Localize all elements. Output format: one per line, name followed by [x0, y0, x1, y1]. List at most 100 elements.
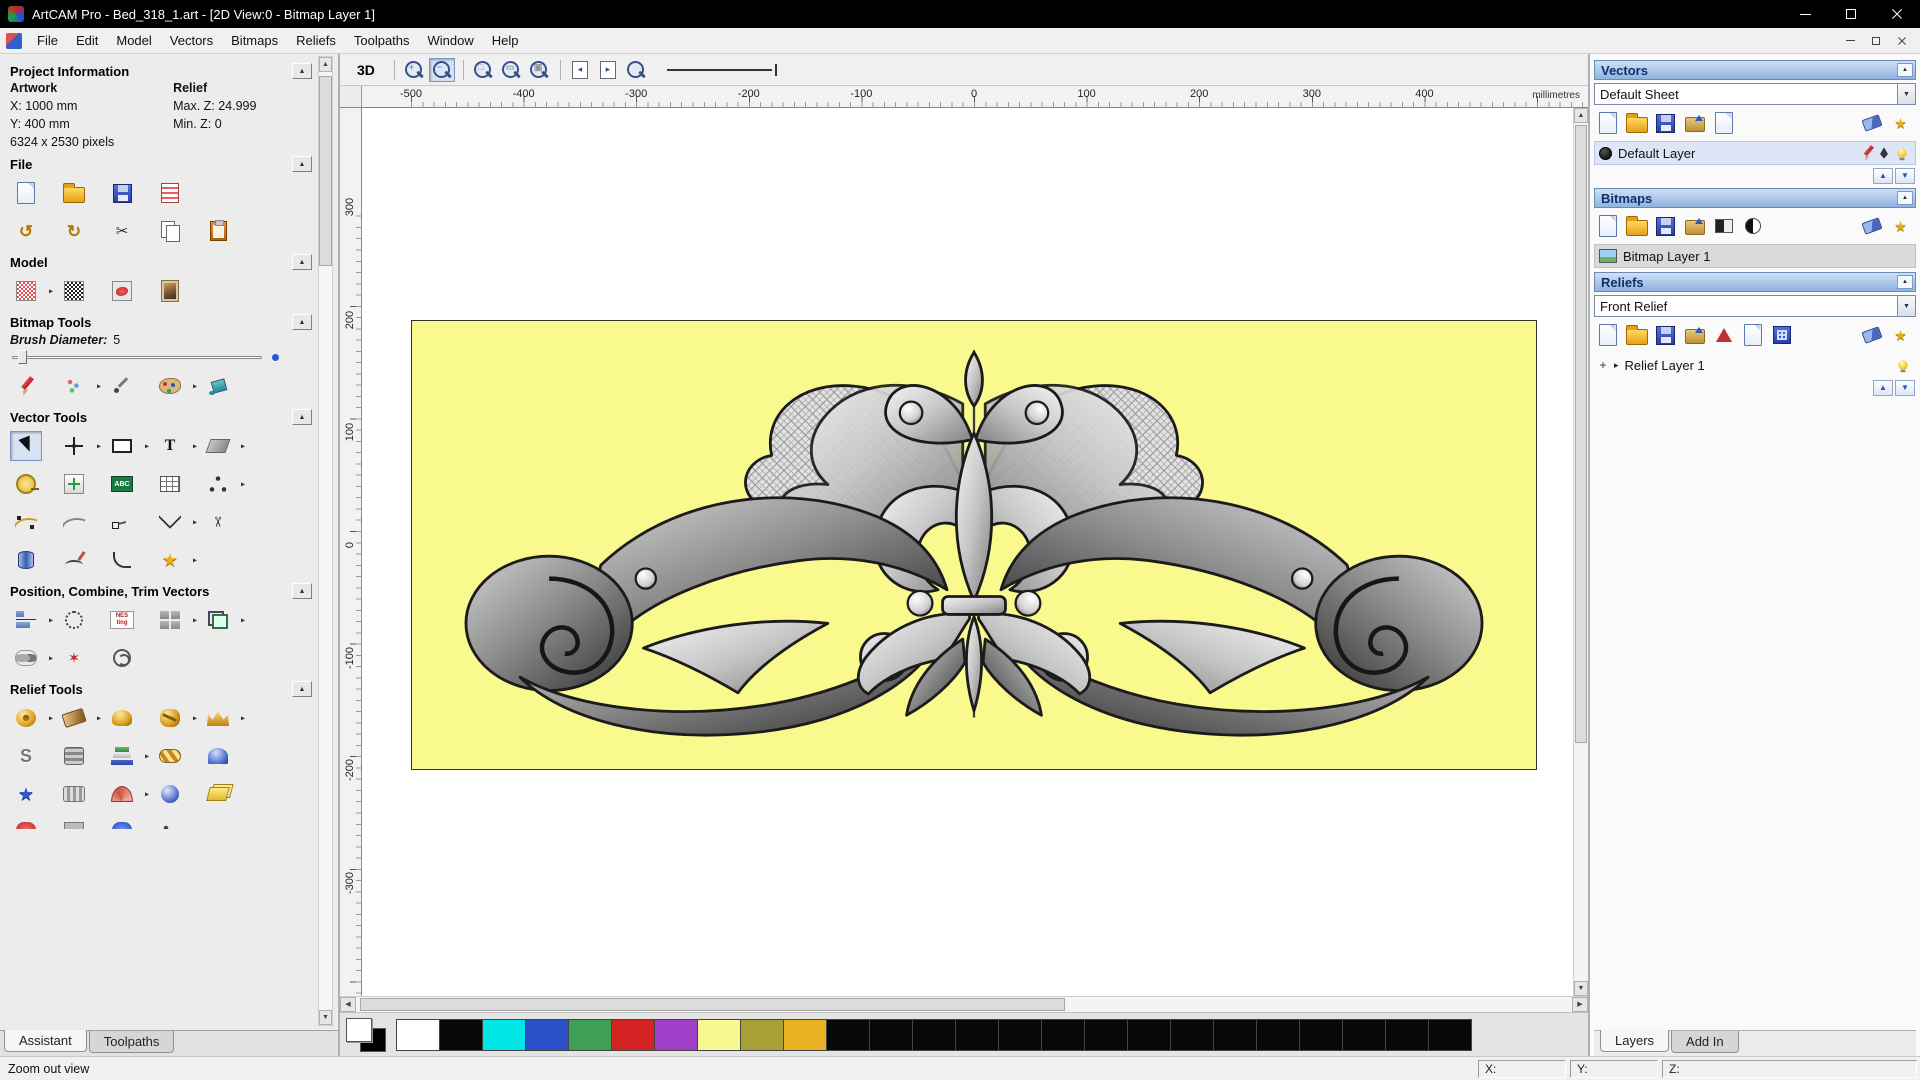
maximize-button[interactable] [1828, 0, 1874, 28]
new-model-button[interactable] [10, 178, 42, 208]
canvas-horizontal-scrollbar[interactable]: ◀ ▶ [340, 996, 1588, 1012]
bitmap-layer-import-button[interactable] [1681, 213, 1708, 239]
tab-assistant[interactable]: Assistant [4, 1030, 87, 1052]
vector-layer-move-up-button[interactable]: ▲ [1873, 168, 1893, 184]
freehand-draw-button[interactable] [58, 545, 90, 575]
tab-toolpaths[interactable]: Toolpaths [88, 1031, 175, 1053]
zoom-box-button[interactable]: □ [470, 58, 496, 82]
bitmap-layer-adjust-button[interactable] [1710, 213, 1737, 239]
zoom-previous-button[interactable] [623, 58, 649, 82]
color-swatch-7[interactable] [697, 1018, 741, 1051]
color-swatch-16[interactable] [1084, 1018, 1128, 1051]
color-swatch-1[interactable] [439, 1018, 483, 1051]
vector-layer-merge-button[interactable]: ★ [1887, 110, 1914, 136]
tab-layers[interactable]: Layers [1600, 1030, 1670, 1052]
relief-layer-new-button[interactable] [1594, 322, 1621, 348]
vector-doctor-button[interactable]: ✶ [58, 643, 90, 673]
scroll-down-button[interactable]: ▼ [1574, 981, 1588, 996]
extra-tool-2-button[interactable] [58, 817, 90, 829]
block-array-button[interactable]: ▸ [154, 605, 197, 635]
extra-tool-3-button[interactable] [106, 817, 138, 829]
relief-tools-collapse-button[interactable]: ▲ [292, 681, 312, 697]
flyout-caret-icon[interactable]: ▸ [193, 556, 197, 565]
greyscale-model-button[interactable] [58, 276, 90, 306]
scrollbar-track[interactable] [356, 997, 1572, 1012]
canvas-vertical-scrollbar[interactable]: ▲ ▼ [1573, 108, 1588, 996]
scroll-right-button[interactable]: ▶ [1572, 997, 1588, 1012]
relief-selector[interactable]: Front Relief ▼ [1594, 295, 1916, 317]
fan-texture-button[interactable]: ▸ [106, 779, 149, 809]
relief-layer-import-button[interactable] [1681, 322, 1708, 348]
extra-tool-4-button[interactable] [154, 817, 186, 829]
flood-fill-button[interactable] [202, 371, 234, 401]
bitmap-to-relief-button[interactable] [154, 276, 186, 306]
color-swatch-11[interactable] [869, 1018, 913, 1051]
menu-bitmaps[interactable]: Bitmaps [222, 28, 287, 53]
file-section-collapse-button[interactable]: ▲ [292, 156, 312, 172]
slider-groove[interactable] [12, 355, 262, 359]
zoom-out-button[interactable]: − [428, 57, 455, 82]
smooth-relief-button[interactable] [106, 703, 138, 733]
select-vectors-button[interactable] [10, 431, 42, 461]
vector-tools-collapse-button[interactable]: ▲ [292, 409, 312, 425]
scrollbar-track[interactable] [1574, 123, 1588, 981]
vector-layer-import-button[interactable] [1681, 110, 1708, 136]
flyout-caret-icon[interactable]: ▸ [241, 480, 245, 489]
scrollbar-thumb[interactable] [360, 998, 1066, 1011]
offset-relief-button[interactable] [202, 779, 234, 809]
mdi-close-button[interactable] [1890, 31, 1914, 51]
flyout-caret-icon[interactable]: ▸ [145, 790, 149, 799]
scrollbar-track[interactable] [319, 72, 332, 1010]
smooth-curve-button[interactable] [58, 507, 90, 537]
flyout-caret-icon[interactable]: ▸ [193, 518, 197, 527]
flyout-caret-icon[interactable]: ▸ [241, 442, 245, 451]
position-tools-collapse-button[interactable]: ▲ [292, 583, 312, 599]
bitmaps-collapse-button[interactable]: ▲ [1897, 191, 1913, 205]
trim-vectors-button[interactable]: ✂ [202, 507, 234, 537]
dropdown-button[interactable]: ▼ [1897, 296, 1915, 316]
flyout-caret-icon[interactable]: ▸ [193, 382, 197, 391]
shape-editor-button[interactable]: ▸ [10, 703, 53, 733]
wrap-vectors-button[interactable]: ★ ▸ [154, 545, 197, 575]
bitmap-layer-delete-button[interactable] [1858, 213, 1885, 239]
paste-button[interactable] [202, 216, 234, 246]
create-text-button[interactable]: T ▸ [154, 431, 197, 461]
reliefs-collapse-button[interactable]: ▲ [1897, 275, 1913, 289]
vector-mirror-button[interactable]: ▸ [202, 431, 245, 461]
text-on-curve-button[interactable]: ABC [106, 469, 138, 499]
color-swatch-21[interactable] [1299, 1018, 1343, 1051]
zoom-page-button[interactable]: ▭ [498, 58, 524, 82]
relief-layer-move-up-button[interactable]: ▲ [1873, 380, 1893, 396]
smoothing-tool-button[interactable]: S [10, 741, 42, 771]
color-swatch-3[interactable] [525, 1018, 569, 1051]
color-swatch-22[interactable] [1342, 1018, 1386, 1051]
circular-array-button[interactable] [58, 605, 90, 635]
flyout-caret-icon[interactable]: ▸ [49, 654, 53, 663]
default-layer-row[interactable]: Default Layer [1594, 141, 1916, 165]
scroll-up-button[interactable]: ▲ [319, 57, 332, 72]
record-macro-button[interactable] [154, 178, 186, 208]
color-swatch-14[interactable] [998, 1018, 1042, 1051]
dome-wizard-button[interactable] [202, 741, 234, 771]
close-button[interactable] [1874, 0, 1920, 28]
relief-layer-move-down-button[interactable]: ▼ [1895, 380, 1915, 396]
flyout-caret-icon[interactable]: ▸ [193, 714, 197, 723]
create-curve-button[interactable] [10, 507, 42, 537]
line-width-control[interactable] [666, 60, 777, 80]
save-model-button[interactable] [106, 178, 138, 208]
offset-vector-button[interactable] [10, 545, 42, 575]
paint-tool-button[interactable] [10, 371, 42, 401]
scroll-left-button[interactable]: ◀ [340, 997, 356, 1012]
zoom-objects-button[interactable]: ▣ [526, 58, 552, 82]
menu-window[interactable]: Window [419, 28, 483, 53]
vector-layer-save-button[interactable] [1652, 110, 1679, 136]
redo-button[interactable]: ↻ [58, 216, 90, 246]
sheet-selector[interactable]: Default Sheet ▼ [1594, 83, 1916, 105]
vector-layer-edit-button[interactable] [1857, 144, 1875, 162]
color-swatch-0[interactable] [396, 1018, 440, 1051]
create-fillet-button[interactable] [106, 545, 138, 575]
spray-tool-button[interactable]: ▸ [58, 371, 101, 401]
star-wizard-button[interactable]: ★ [10, 779, 42, 809]
menu-help[interactable]: Help [483, 28, 528, 53]
slider-handle[interactable] [18, 350, 27, 364]
